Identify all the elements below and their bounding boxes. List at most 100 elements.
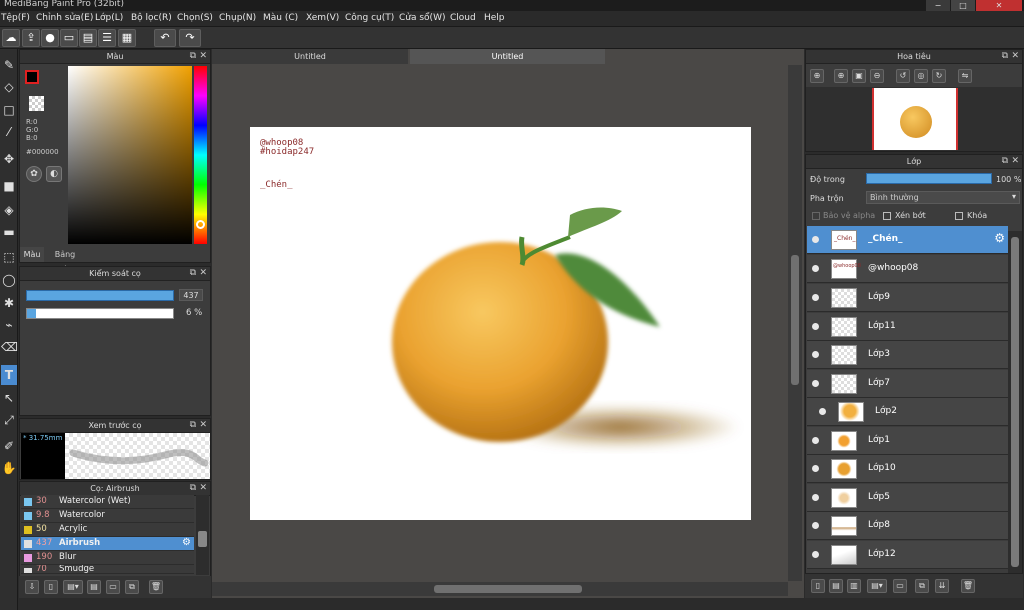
scrollbar-thumb[interactable] (434, 585, 582, 593)
select-eraser-icon[interactable]: ⌫ (1, 337, 18, 357)
chat-icon[interactable]: ▭ (60, 29, 78, 47)
hand-icon[interactable]: ✋ (1, 458, 17, 478)
list-icon[interactable]: ☰ (98, 29, 116, 47)
layer-row[interactable]: Lớp5 (807, 484, 1008, 512)
minimize-button[interactable]: − (926, 0, 950, 11)
close-icon[interactable]: ✕ (199, 419, 207, 432)
select-pen-icon[interactable]: ⌁ (1, 315, 17, 335)
fit-icon[interactable]: ▣ (852, 69, 866, 83)
menu-select[interactable]: Chọn(S) (177, 13, 213, 23)
rotate-right-icon[interactable]: ↻ (932, 69, 946, 83)
add-layer-menu-icon[interactable]: ▤▾ (867, 579, 887, 593)
layer-row[interactable]: Lớp7 (807, 370, 1008, 398)
copy-icon[interactable]: ⧉ (125, 580, 139, 594)
flip-icon[interactable]: ⇋ (958, 69, 972, 83)
gear-icon[interactable]: ⚙ (182, 537, 191, 548)
brush-list-scrollbar[interactable] (196, 495, 209, 575)
eye-icon[interactable] (812, 294, 819, 301)
brush-item-watercolor[interactable]: 9.8 Watercolor (21, 509, 194, 523)
drawing-canvas[interactable]: @whoop08 #hoidap247 _Chén_ (250, 127, 751, 520)
undo-button[interactable]: ↶ (154, 29, 176, 47)
new-halftone-layer-icon[interactable]: ▤ (829, 579, 843, 593)
gear-icon[interactable]: ⚙ (994, 231, 1005, 245)
bucket-icon[interactable]: ◈ (1, 200, 17, 220)
reset-rotation-icon[interactable]: ◎ (914, 69, 928, 83)
select-rect-icon[interactable]: ⬚ (1, 247, 17, 267)
layer-row[interactable]: Lớp1 (807, 427, 1008, 455)
pen-icon[interactable]: ✐ (1, 436, 17, 456)
popout-icon[interactable]: ⧉ (190, 50, 196, 63)
fill-rect-icon[interactable]: ■ (1, 176, 17, 196)
menu-help[interactable]: Help (484, 13, 505, 23)
comment-icon[interactable]: ● (41, 29, 59, 47)
share-icon[interactable]: ⇪ (22, 29, 40, 47)
close-icon[interactable]: ✕ (199, 482, 207, 495)
scrollbar-thumb[interactable] (1011, 237, 1019, 567)
popout-icon[interactable]: ⧉ (190, 482, 196, 495)
rectangle-icon[interactable]: □ (1, 100, 17, 120)
eye-icon[interactable] (812, 465, 819, 472)
trash-icon[interactable]: 🗑 (149, 580, 163, 594)
close-icon[interactable]: ✕ (1011, 155, 1019, 168)
tab-color[interactable]: Màu (20, 247, 44, 262)
eyedropper-icon[interactable]: ⤢ (1, 410, 17, 430)
redo-button[interactable]: ↷ (179, 29, 201, 47)
operation-icon[interactable]: ↖ (1, 388, 17, 408)
layer-row[interactable]: Lớp8 (807, 512, 1008, 540)
close-icon[interactable]: ✕ (1011, 50, 1019, 63)
rotate-left-icon[interactable]: ↺ (896, 69, 910, 83)
dot-brush-icon[interactable]: ⁄ (1, 122, 17, 142)
trash-icon[interactable]: 🗑 (961, 579, 975, 593)
vertical-scrollbar[interactable] (788, 65, 802, 581)
zoom-icon[interactable]: ⊕ (834, 69, 848, 83)
brush-item-blur[interactable]: 190 Blur (21, 551, 194, 565)
tab-untitled-2[interactable]: Untitled (410, 49, 605, 64)
brush-item-watercolor-wet[interactable]: 30 Watercolor (Wet) (21, 495, 194, 509)
tab-untitled-1[interactable]: Untitled (212, 49, 408, 64)
brush-icon[interactable]: ✎ (1, 55, 17, 75)
brush-opacity-slider[interactable] (26, 308, 174, 319)
scrollbar-thumb[interactable] (198, 531, 207, 547)
layer-list-scrollbar[interactable] (1008, 231, 1022, 573)
eye-icon[interactable] (812, 522, 819, 529)
close-icon[interactable]: ✕ (199, 50, 207, 63)
duplicate-layer-icon[interactable]: ⧉ (915, 579, 929, 593)
menu-color[interactable]: Màu (C) (263, 13, 298, 23)
menu-layer[interactable]: Lớp(L) (95, 13, 123, 23)
layer-row[interactable]: Lớp10 (807, 455, 1008, 483)
magic-wand-icon[interactable]: ✱ (1, 293, 17, 313)
eye-icon[interactable] (812, 437, 819, 444)
brush-size-value[interactable]: 437 (179, 289, 203, 301)
saturation-value-picker[interactable] (68, 66, 192, 244)
eraser-icon[interactable]: ◇ (1, 77, 17, 97)
folder-icon[interactable]: ▭ (893, 579, 907, 593)
text-icon[interactable]: T (1, 365, 17, 385)
layer-row-chen[interactable]: _Chén_ _Chén_ ⚙ (807, 226, 1008, 254)
add-brush-icon[interactable]: ▤▾ (63, 580, 83, 594)
transparent-color-swatch[interactable] (29, 96, 44, 111)
brush-item-smudge[interactable]: 70 Smudge (21, 565, 194, 574)
layer-row[interactable]: Lớp11 (807, 313, 1008, 341)
layer-row[interactable]: Lớp12 (807, 541, 1008, 569)
brush-item-acrylic[interactable]: 50 Acrylic (21, 523, 194, 537)
cloud-download-icon[interactable]: ⇩ (25, 580, 39, 594)
zoom-out-icon[interactable]: ⊖ (870, 69, 884, 83)
layer-row-indented[interactable]: Lớp2 (807, 398, 1008, 426)
brush-item-airbrush[interactable]: 437 Airbrush ⚙ (21, 537, 194, 551)
menu-file[interactable]: Tệp(F) (1, 13, 30, 23)
folder-icon[interactable]: ▭ (106, 580, 120, 594)
hue-handle[interactable] (196, 220, 205, 229)
new-layer-icon[interactable]: ▯ (811, 579, 825, 593)
lock-checkbox[interactable] (955, 212, 963, 220)
hue-slider[interactable] (194, 66, 207, 244)
brush-doc-icon[interactable]: ▤ (87, 580, 101, 594)
brush-size-slider[interactable] (26, 290, 174, 301)
navigator-view[interactable] (806, 87, 1022, 151)
close-icon[interactable]: ✕ (199, 267, 207, 280)
menu-cloud[interactable]: Cloud (450, 13, 476, 23)
layer-row[interactable]: Lớp3 (807, 341, 1008, 369)
popout-icon[interactable]: ⧉ (1002, 155, 1008, 168)
popout-icon[interactable]: ⧉ (190, 419, 196, 432)
eye-icon[interactable] (812, 494, 819, 501)
layer-row-whoop[interactable]: @whoop08 @whoop08 (807, 255, 1008, 283)
